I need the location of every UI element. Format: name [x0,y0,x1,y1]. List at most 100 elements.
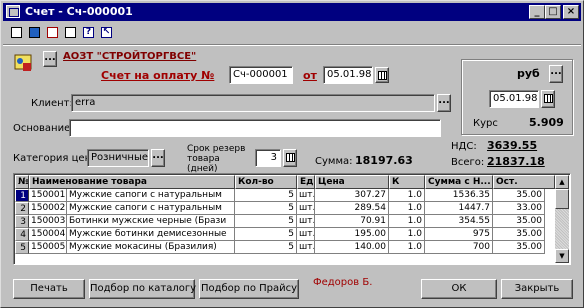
app-icon[interactable] [6,5,20,18]
table-cell[interactable]: 1 [15,189,29,202]
close-window-button[interactable]: Закрыть [501,279,573,299]
table-cell[interactable]: 150004 [29,228,67,241]
table-cell[interactable]: Мужские сапоги с натуральным [67,202,235,215]
table-cell[interactable]: 700 [425,241,493,254]
reserve-label: Срок резерв товара (дней) [187,144,246,174]
table-cell[interactable]: шт. [297,228,315,241]
table-cell[interactable]: 4 [15,228,29,241]
price-category-field[interactable]: Розничные [87,149,149,167]
currency-calendar-button[interactable] [541,90,555,108]
reserve-days-field[interactable]: 3 [255,149,281,167]
company-icon [11,51,35,75]
copy-icon[interactable] [63,26,79,40]
table-cell[interactable]: 1447.7 [425,202,493,215]
table-row[interactable]: 2 150002 Мужские сапоги с натуральным 5 шт. 2… [15,202,555,215]
table-cell[interactable]: 975 [425,228,493,241]
table-cell[interactable]: 5 [235,241,297,254]
table-cell[interactable]: 150005 [29,241,67,254]
table-cell[interactable]: 33.00 [493,202,545,215]
column-header[interactable]: Кол-во [235,175,297,189]
scroll-down-button[interactable]: ▼ [555,249,569,263]
table-cell[interactable]: 150002 [29,202,67,215]
column-header[interactable]: Цена [315,175,389,189]
vertical-scrollbar[interactable]: ▲ ▼ [555,175,569,263]
table-cell[interactable]: 5 [15,241,29,254]
table-cell[interactable]: 5 [235,215,297,228]
table-cell[interactable]: 1.0 [389,215,425,228]
table-cell[interactable]: 150003 [29,215,67,228]
table-cell[interactable]: 70.91 [315,215,389,228]
currency-select-button[interactable]: ... [549,65,563,83]
table-cell[interactable]: 1.0 [389,241,425,254]
price-category-select-button[interactable]: ... [151,149,165,167]
catalog-select-button[interactable]: Подбор по каталогу [89,279,196,299]
table-cell[interactable]: 140.00 [315,241,389,254]
table-cell[interactable]: Ботинки мужские черные (Брази [67,215,235,228]
table-cell[interactable]: 307.27 [315,189,389,202]
client-select-button[interactable]: ... [437,94,451,112]
print-preview-icon[interactable] [27,26,43,40]
company-name[interactable]: АОЗТ "СТРОЙТОРГВСЕ" [63,51,196,62]
nds-value: 3639.55 [487,139,538,152]
items-table[interactable]: № Наименование товара Кол-во Ед Цена К Сумма с… [13,173,571,265]
reserve-calc-button[interactable] [283,149,297,167]
whats-this-icon[interactable]: ↖ [99,26,115,40]
table-cell[interactable]: 1536.35 [425,189,493,202]
rate-label: Курс [473,118,498,129]
table-row[interactable]: 4 150004 Мужские ботинки демисезонные 5 шт. 1… [15,228,555,241]
form-icon[interactable] [45,26,61,40]
column-header[interactable]: Сумма с Н... [425,175,493,189]
doc-number-field[interactable]: Сч-000001 [229,66,293,84]
column-header[interactable]: Наименование товара [29,175,235,189]
table-cell[interactable]: 1.0 [389,202,425,215]
table-cell[interactable]: Мужские мокасины (Бразилия) [67,241,235,254]
pricelist-select-button[interactable]: Подбор по Прайсу [199,279,299,299]
table-cell[interactable]: 1.0 [389,189,425,202]
table-cell[interactable]: шт. [297,241,315,254]
print-button[interactable]: Печать [13,279,85,299]
table-cell[interactable]: 35.00 [493,241,545,254]
toolbar: ? ↖ [5,23,581,43]
client-field[interactable]: erra [71,94,435,112]
column-header[interactable]: № [15,175,29,189]
company-select-button[interactable]: ... [43,51,57,67]
basis-field[interactable] [69,119,441,137]
table-cell[interactable]: 35.00 [493,189,545,202]
minimize-button[interactable]: _ [529,5,545,19]
table-cell[interactable]: 5 [235,189,297,202]
scroll-thumb[interactable] [555,189,569,209]
title-bar[interactable]: Счет - Сч-000001 _ □ × [3,3,581,21]
close-button[interactable]: × [563,5,579,19]
table-cell[interactable]: Мужские сапоги с натуральным [67,189,235,202]
table-cell[interactable]: 150001 [29,189,67,202]
table-cell[interactable]: шт. [297,202,315,215]
ok-button[interactable]: ОК [421,279,497,299]
table-row[interactable]: 3 150003 Ботинки мужские черные (Брази 5 шт.… [15,215,555,228]
maximize-button[interactable]: □ [545,5,561,19]
table-cell[interactable]: 1.0 [389,228,425,241]
table-row[interactable]: 1 150001 Мужские сапоги с натуральным 5 шт. 3… [15,189,555,202]
table-cell[interactable]: шт. [297,189,315,202]
table-cell[interactable]: Мужские ботинки демисезонные [67,228,235,241]
table-cell[interactable]: 3 [15,215,29,228]
currency-name: руб [517,67,540,80]
table-cell[interactable]: 35.00 [493,228,545,241]
table-cell[interactable]: 195.00 [315,228,389,241]
column-header[interactable]: Ед [297,175,315,189]
help-icon[interactable]: ? [81,26,97,40]
currency-date-field[interactable]: 05.01.98 [489,90,539,108]
column-header[interactable]: Ост. [493,175,555,189]
scroll-up-button[interactable]: ▲ [555,175,569,189]
column-header[interactable]: К [389,175,425,189]
calendar-button[interactable] [375,67,389,83]
date-field[interactable]: 05.01.98 [323,66,373,84]
table-cell[interactable]: 2 [15,202,29,215]
table-cell[interactable]: 5 [235,202,297,215]
table-cell[interactable]: 5 [235,228,297,241]
table-cell[interactable]: 35.00 [493,215,545,228]
table-cell[interactable]: 354.55 [425,215,493,228]
table-row[interactable]: 5 150005 Мужские мокасины (Бразилия) 5 шт. 14… [15,241,555,254]
table-cell[interactable]: шт. [297,215,315,228]
print-icon[interactable] [9,26,25,40]
table-cell[interactable]: 289.54 [315,202,389,215]
